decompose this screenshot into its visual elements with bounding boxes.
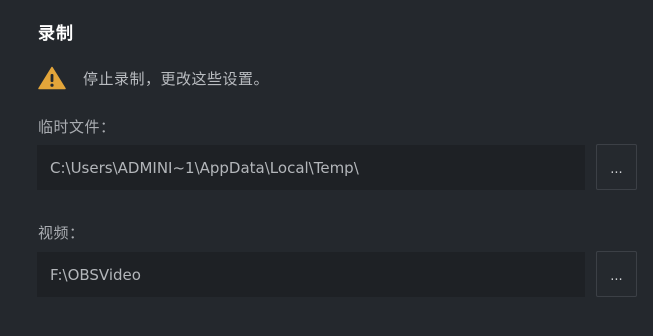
warning-message: 停止录制，更改这些设置。 (38, 64, 269, 92)
temp-files-label: 临时文件： (38, 118, 116, 136)
section-title: 录制 (38, 24, 74, 44)
video-browse-button[interactable]: ... (596, 251, 637, 297)
temp-files-browse-button[interactable]: ... (596, 144, 637, 190)
video-label: 视频： (38, 224, 85, 242)
warning-text: 停止录制，更改这些设置。 (83, 69, 270, 88)
temp-files-path-input[interactable]: C:\Users\ADMINI~1\AppData\Local\Temp\ (37, 145, 585, 190)
video-path-input[interactable]: F:\OBSVideo (37, 252, 585, 297)
warning-icon (38, 66, 66, 90)
